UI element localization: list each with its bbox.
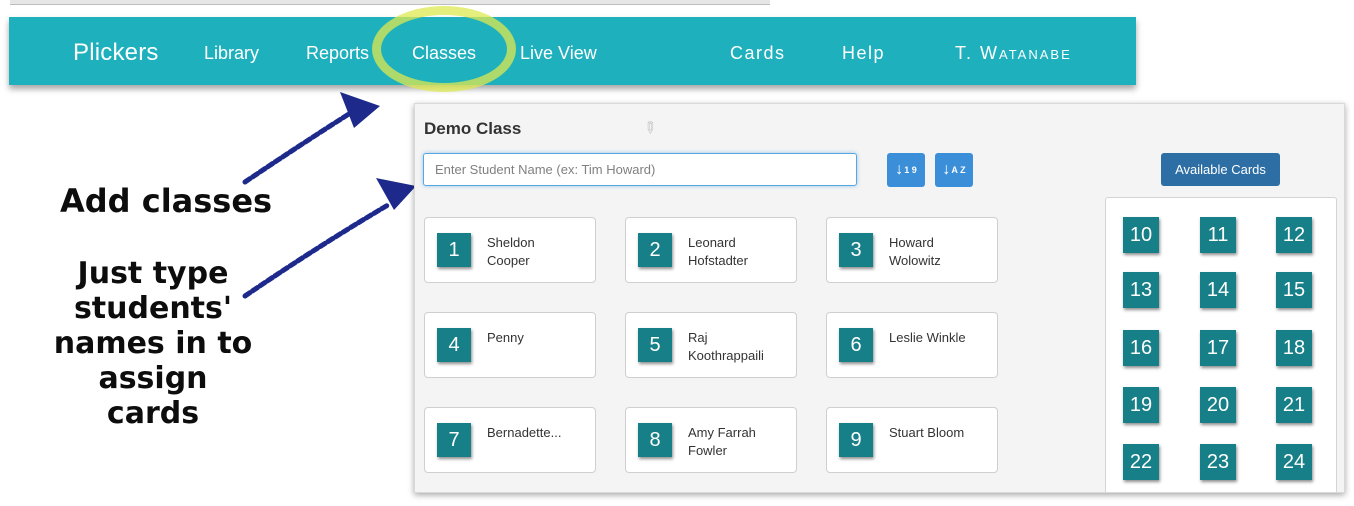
student-card[interactable]: 2 Leonard Hofstadter (625, 217, 797, 283)
available-card[interactable]: 13 (1123, 272, 1159, 308)
available-card[interactable]: 21 (1276, 387, 1312, 423)
available-card[interactable]: 22 (1123, 444, 1159, 480)
sort-alpha-button[interactable]: ↓ A Z (935, 153, 973, 187)
student-name-input[interactable] (423, 153, 857, 186)
annotation-type-names: Just type students' names in to assign c… (53, 256, 253, 431)
available-card[interactable]: 23 (1200, 444, 1236, 480)
class-title: Demo Class (424, 119, 522, 138)
student-card[interactable]: 8 Amy Farrah Fowler (625, 407, 797, 473)
available-card[interactable]: 24 (1276, 444, 1312, 480)
available-card[interactable]: 19 (1123, 387, 1159, 423)
card-number: 5 (638, 328, 672, 362)
student-card[interactable]: 3 Howard Wolowitz (826, 217, 998, 283)
available-cards-box: 10 11 12 13 14 15 16 17 18 19 20 21 22 2… (1105, 197, 1337, 492)
student-card[interactable]: 1 Sheldon Cooper (424, 217, 596, 283)
arrowhead-input (376, 178, 416, 210)
sort-numeric-label: 1 9 (904, 164, 917, 175)
available-card[interactable]: 12 (1276, 217, 1312, 253)
arrow-to-classes (242, 109, 355, 185)
student-card[interactable]: 9 Stuart Bloom (826, 407, 998, 473)
card-number: 6 (839, 328, 873, 362)
available-card[interactable]: 15 (1276, 272, 1312, 308)
available-card[interactable]: 20 (1200, 387, 1236, 423)
card-number: 2 (638, 233, 672, 267)
available-card[interactable]: 16 (1123, 330, 1159, 366)
student-card[interactable]: 4 Penny (424, 312, 596, 378)
card-number: 9 (839, 423, 873, 457)
arrowhead-classes (340, 92, 380, 128)
available-cards-button[interactable]: Available Cards (1161, 153, 1280, 186)
student-name: Stuart Bloom (889, 425, 965, 440)
card-number: 7 (437, 423, 471, 457)
available-card[interactable]: 11 (1200, 217, 1236, 253)
student-name: Amy Farrah Fowler (688, 425, 756, 458)
student-name: Leonard Hofstadter (688, 235, 748, 268)
card-number: 3 (839, 233, 873, 267)
available-card[interactable]: 18 (1276, 330, 1312, 366)
available-card[interactable]: 14 (1200, 272, 1236, 308)
class-panel: Demo Class ✎ ↓1 9 ↓A Z Available Cards 1… (414, 103, 1345, 493)
sort-arrow-icon: ↓ (895, 161, 904, 178)
student-name: Sheldon Cooper (487, 235, 535, 268)
student-card[interactable]: 7 Bernadette... (424, 407, 596, 473)
sort-arrow-icon: ↓ (942, 161, 951, 178)
card-number: 1 (437, 233, 471, 267)
student-name: Howard Wolowitz (889, 235, 941, 268)
student-name: Leslie Winkle (889, 330, 966, 345)
card-number: 4 (437, 328, 471, 362)
student-card[interactable]: 6 Leslie Winkle (826, 312, 998, 378)
student-card[interactable]: 5 Raj Koothrappaili (625, 312, 797, 378)
annotation-add-classes: Add classes (60, 182, 273, 220)
student-name: Bernadette... (487, 425, 562, 440)
card-number: 8 (638, 423, 672, 457)
sort-numeric-button[interactable]: ↓ 1 9 (887, 153, 925, 187)
student-name: Penny (487, 330, 524, 345)
sort-alpha-label: A Z (951, 164, 966, 175)
edit-pencil-icon[interactable]: ✎ (638, 116, 662, 140)
student-name: Raj Koothrappaili (688, 330, 764, 363)
available-card[interactable]: 10 (1123, 217, 1159, 253)
available-card[interactable]: 17 (1200, 330, 1236, 366)
